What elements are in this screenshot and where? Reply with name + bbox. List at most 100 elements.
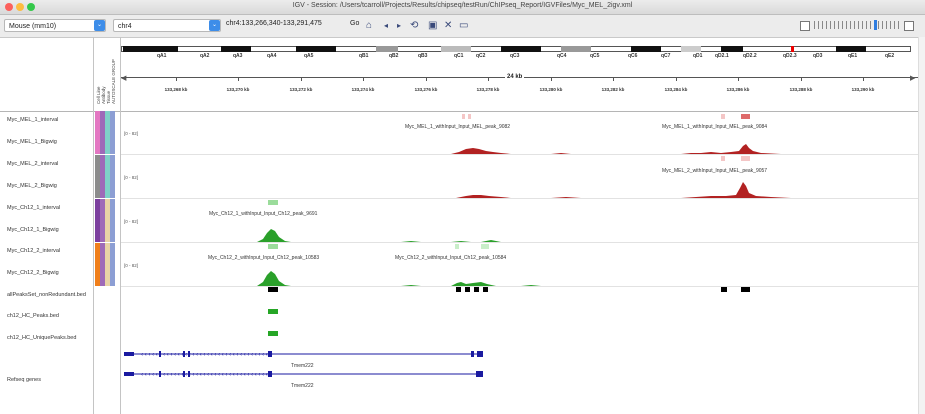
zoom-slider[interactable] — [814, 21, 902, 29]
band-label: qD2.3 — [783, 53, 797, 59]
gene-model-tmem222-1: ‹ ‹ ‹ ‹ ‹ ‹ ‹ ‹ ‹ ‹ ‹ ‹ ‹ ‹ ‹ ‹ ‹ ‹ ‹ ‹ … — [124, 351, 483, 358]
ideogram-band — [631, 46, 661, 52]
band-label: qA1 — [157, 53, 167, 59]
title-bar: IGV - Session: /Users/tcarroll/Projects/… — [0, 0, 925, 15]
peak-interval[interactable] — [741, 114, 750, 119]
ruler-tick-label: 133,278 kb — [476, 87, 500, 92]
bed-feature[interactable] — [268, 287, 278, 292]
mel2-bigwig-signal[interactable] — [121, 176, 918, 199]
band-label: qD3 — [813, 53, 823, 59]
resize-tracks-icon[interactable]: ✕ — [444, 20, 452, 32]
zoom-slider-thumb[interactable] — [874, 20, 877, 30]
ideogram-current-region — [791, 46, 794, 52]
band-label: qC1 — [454, 53, 464, 59]
track-name-ch12-2-interval[interactable]: Myc_Ch12_2_interval — [7, 248, 60, 254]
peak-interval[interactable] — [455, 244, 459, 249]
track-name-ch12-hc-peaks[interactable]: ch12_HC_Peaks.bed — [7, 313, 59, 319]
refseq-gene-track[interactable]: ‹ ‹ ‹ ‹ ‹ ‹ ‹ ‹ ‹ ‹ ‹ ‹ ‹ ‹ ‹ ‹ ‹ ‹ ‹ ‹ … — [121, 347, 918, 397]
band-label: qC2 — [476, 53, 486, 59]
gene-label: Tmem222 — [291, 383, 314, 389]
chromosome-ideogram[interactable] — [121, 46, 911, 52]
attribute-cell[interactable] — [110, 111, 115, 154]
bed-feature[interactable] — [474, 287, 479, 292]
forward-arrow-icon[interactable]: ▸ — [397, 20, 401, 32]
bed-feature[interactable] — [741, 287, 750, 292]
zoom-out-button[interactable] — [800, 21, 810, 31]
band-label: qA2 — [200, 53, 210, 59]
bed-feature[interactable] — [465, 287, 470, 292]
genome-select[interactable]: Mouse (mm10) ⌄ — [4, 19, 106, 32]
band-label: qA3 — [233, 53, 243, 59]
svg-text:‹ ‹ ‹ ‹ ‹ ‹ ‹ ‹ ‹ ‹ ‹ ‹ ‹ ‹ ‹: ‹ ‹ ‹ ‹ ‹ ‹ ‹ ‹ ‹ ‹ ‹ ‹ ‹ ‹ ‹ ‹ ‹ ‹ ‹ ‹ … — [141, 372, 268, 378]
band-label: qB2 — [389, 53, 399, 59]
bed-feature[interactable] — [483, 287, 488, 292]
go-button[interactable]: Go — [350, 20, 359, 27]
mel1-bigwig-signal[interactable] — [121, 132, 918, 155]
peak-label: Myc_MEL_1_withInput_Input_MEL_peak_9084 — [662, 124, 768, 130]
ideogram-band — [561, 46, 591, 52]
peak-interval[interactable] — [468, 114, 471, 119]
ideogram-band — [376, 46, 398, 52]
window-title: IGV - Session: /Users/tcarroll/Projects/… — [292, 2, 633, 9]
peak-interval[interactable] — [721, 114, 725, 119]
ruler-tick-label: 133,288 kb — [789, 87, 813, 92]
track-name-mel1-bigwig[interactable]: Myc_MEL_1_Bigwig — [7, 139, 57, 145]
track-name-ch12-hc-unique[interactable]: ch12_HC_UniquePeaks.bed — [7, 335, 76, 341]
back-arrow-icon[interactable]: ◂ — [384, 20, 388, 32]
ruler-tick — [613, 77, 614, 81]
refresh-icon[interactable]: ⟲ — [410, 20, 418, 32]
zoom-in-button[interactable] — [904, 21, 914, 31]
bed-feature[interactable] — [456, 287, 461, 292]
track-name-panel: Myc_MEL_1_interval Myc_MEL_1_Bigwig Myc_… — [0, 37, 94, 414]
chromosome-select[interactable]: chr4 ⌄ — [113, 19, 221, 32]
ideogram-band — [441, 46, 471, 52]
track-name-ch12-1-interval[interactable]: Myc_Ch12_1_interval — [7, 205, 60, 211]
peak-interval[interactable] — [462, 114, 465, 119]
ch12-1-bigwig-signal[interactable] — [121, 220, 918, 243]
bed-feature[interactable] — [721, 287, 727, 292]
track-name-ch12-2-bigwig[interactable]: Myc_Ch12_2_Bigwig — [7, 270, 59, 276]
track-name-allpeaks-bed[interactable]: allPeaksSet_nonRedundant.bed — [7, 292, 86, 298]
toolbar: Mouse (mm10) ⌄ chr4 ⌄ chr4:133,266,340-1… — [0, 15, 925, 38]
ideogram-band — [221, 46, 251, 52]
attribute-cell[interactable] — [110, 199, 115, 242]
region-of-interest-icon[interactable]: ▣ — [428, 20, 437, 32]
attribute-cell[interactable] — [110, 243, 115, 286]
home-icon[interactable]: ⌂ — [366, 20, 372, 32]
track-name-mel2-interval[interactable]: Myc_MEL_2_interval — [7, 161, 58, 167]
peak-interval[interactable] — [721, 156, 725, 161]
ruler-tick — [738, 77, 739, 81]
track-name-refseq-genes[interactable]: Refseq genes — [7, 377, 41, 383]
track-name-ch12-1-bigwig[interactable]: Myc_Ch12_1_Bigwig — [7, 227, 59, 233]
ruler-tick-label: 133,274 kb — [351, 87, 375, 92]
chevron-down-icon: ⌄ — [209, 20, 220, 31]
band-label: qE2 — [885, 53, 895, 59]
band-label: qD2.2 — [743, 53, 757, 59]
band-label: qA4 — [267, 53, 277, 59]
band-label: qE1 — [848, 53, 858, 59]
vertical-scrollbar[interactable] — [918, 37, 925, 414]
peak-interval[interactable] — [741, 156, 750, 161]
ruler-tick — [801, 77, 802, 81]
track-name-mel1-interval[interactable]: Myc_MEL_1_interval — [7, 117, 58, 123]
peak-interval[interactable] — [268, 244, 278, 249]
ideogram-band — [681, 46, 701, 52]
band-label: qD1 — [693, 53, 703, 59]
locus-field[interactable]: chr4:133,266,340-133,291,475 — [226, 20, 322, 27]
band-label: qC5 — [590, 53, 600, 59]
ruler-tick — [676, 77, 677, 81]
gene-model-tmem222-2: ‹ ‹ ‹ ‹ ‹ ‹ ‹ ‹ ‹ ‹ ‹ ‹ ‹ ‹ ‹ ‹ ‹ ‹ ‹ ‹ … — [124, 371, 483, 378]
bed-feature[interactable] — [268, 331, 278, 336]
ruler-tick-label: 133,276 kb — [414, 87, 438, 92]
bed-feature[interactable] — [268, 309, 278, 314]
data-panel[interactable]: qA1 qA2 qA3 qA4 qA5 qB1 qB2 qB3 qC1 qC2 … — [121, 37, 918, 414]
popup-info-icon[interactable]: ▭ — [459, 20, 468, 32]
band-label: qB3 — [418, 53, 428, 59]
ruler-left-arrow-icon: ◀ — [121, 75, 127, 82]
attribute-cell[interactable] — [110, 155, 115, 198]
peak-interval[interactable] — [481, 244, 489, 249]
peak-interval[interactable] — [268, 200, 278, 205]
ch12-2-bigwig-signal[interactable] — [121, 264, 918, 287]
track-name-mel2-bigwig[interactable]: Myc_MEL_2_Bigwig — [7, 183, 57, 189]
ruler-right-arrow-icon: ▶ — [910, 75, 916, 82]
